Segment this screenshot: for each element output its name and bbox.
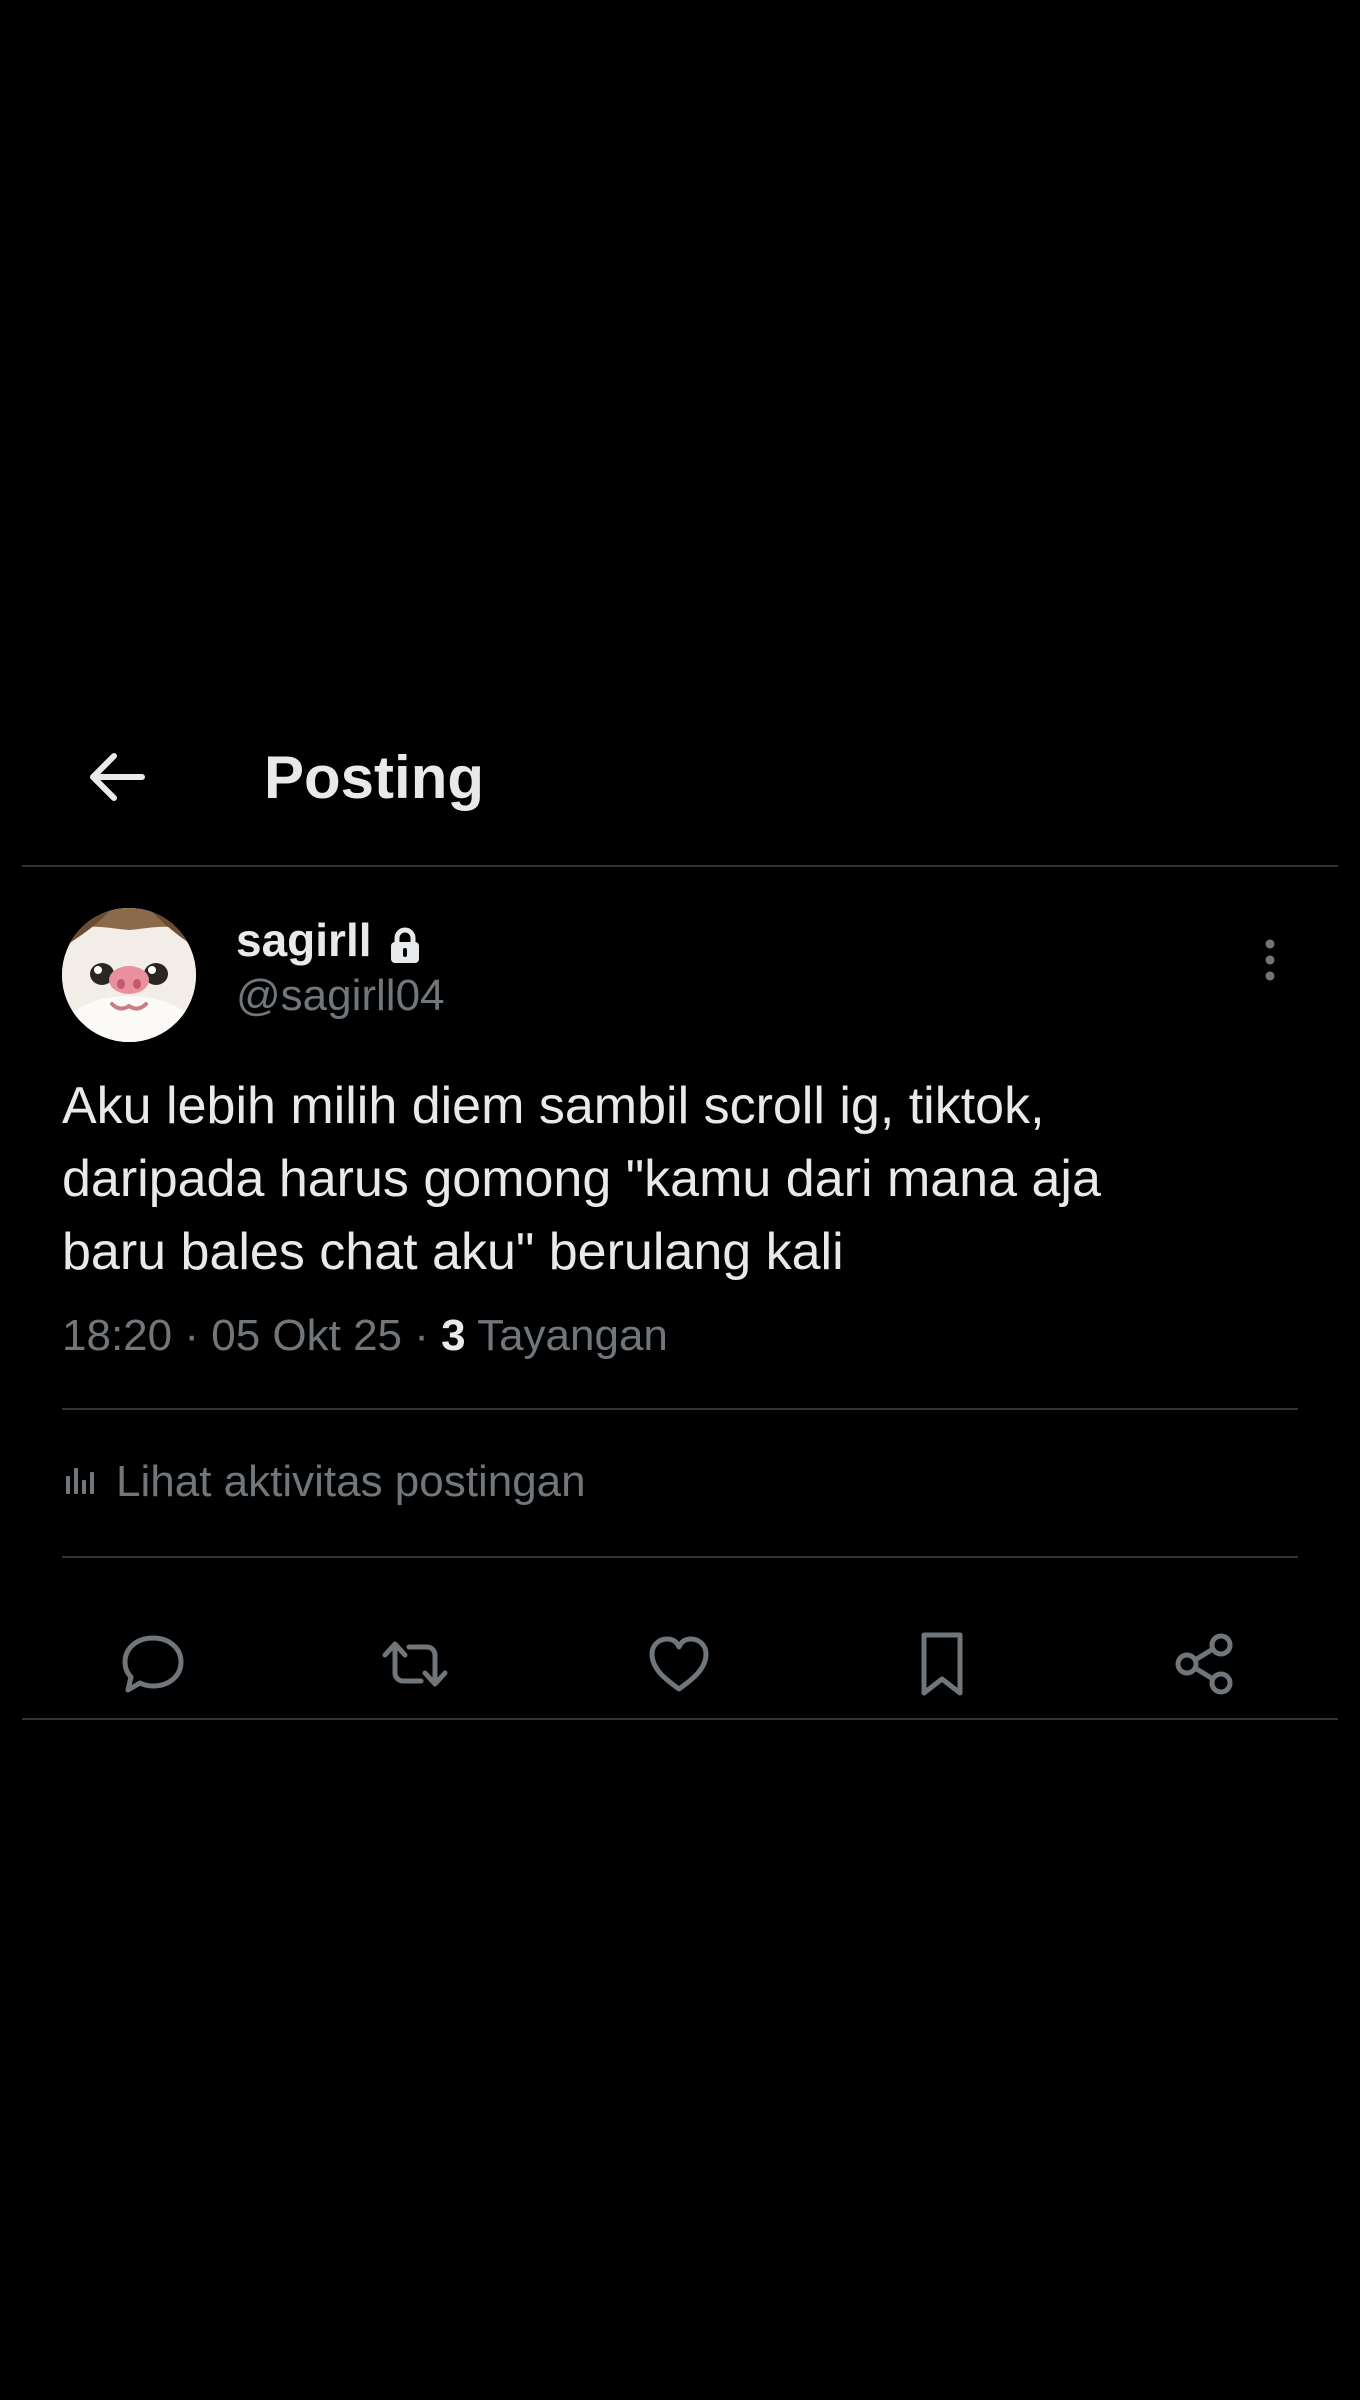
top-bar: Posting bbox=[0, 700, 1360, 866]
post-actions-bar bbox=[0, 1606, 1360, 1726]
author-name-text: sagirll bbox=[236, 914, 372, 966]
post-meta: 18:20 · 05 Okt 25 · 3 Tayangan bbox=[62, 1308, 668, 1364]
repost-icon bbox=[377, 1629, 453, 1704]
author-handle[interactable]: @sagirll04 bbox=[236, 968, 445, 1024]
post-text: Aku lebih milih diem sambil scroll ig, t… bbox=[62, 1077, 1101, 1281]
lock-icon bbox=[388, 921, 422, 963]
bookmark-icon bbox=[912, 1629, 972, 1704]
avatar[interactable] bbox=[62, 908, 196, 1042]
cat-face-avatar bbox=[62, 908, 196, 1042]
analytics-bar-icon bbox=[62, 1462, 98, 1503]
header-divider bbox=[22, 865, 1338, 867]
bookmark-button[interactable] bbox=[904, 1628, 980, 1704]
heart-icon bbox=[644, 1631, 714, 1702]
page-title: Posting bbox=[264, 744, 484, 811]
more-options-button[interactable] bbox=[1246, 934, 1294, 990]
actions-divider bbox=[22, 1718, 1338, 1720]
views-count: 3 bbox=[441, 1311, 466, 1360]
reply-button[interactable] bbox=[115, 1628, 191, 1704]
share-icon bbox=[1169, 1629, 1239, 1704]
repost-button[interactable] bbox=[377, 1628, 453, 1704]
arrow-left-icon bbox=[88, 752, 146, 807]
view-post-activity-button[interactable]: Lihat aktivitas postingan bbox=[62, 1452, 586, 1512]
more-vertical-icon bbox=[1264, 938, 1276, 987]
meta-separator: · bbox=[184, 1311, 199, 1360]
views-label: Tayangan bbox=[477, 1311, 668, 1360]
reply-bubble-icon bbox=[118, 1629, 188, 1704]
activity-divider bbox=[62, 1556, 1298, 1558]
back-button[interactable] bbox=[82, 744, 152, 814]
share-button[interactable] bbox=[1166, 1628, 1242, 1704]
activity-label: Lihat aktivitas postingan bbox=[116, 1457, 586, 1506]
meta-separator: · bbox=[414, 1311, 429, 1360]
like-button[interactable] bbox=[641, 1628, 717, 1704]
author-display-name[interactable]: sagirll bbox=[236, 912, 422, 968]
post-time[interactable]: 18:20 bbox=[62, 1311, 172, 1360]
meta-divider bbox=[62, 1408, 1298, 1410]
post-date[interactable]: 05 Okt 25 bbox=[211, 1311, 402, 1360]
